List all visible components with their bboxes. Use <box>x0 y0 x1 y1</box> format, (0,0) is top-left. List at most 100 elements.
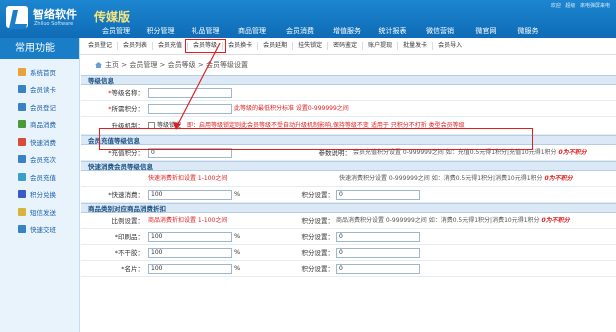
quick-points-input[interactable]: 0 <box>336 190 420 200</box>
no-dry-unit: % <box>234 248 241 256</box>
nav-tab-wechat-marketing[interactable]: 微信营销 <box>415 25 465 38</box>
required-points-label-text: 所需积分： <box>111 105 145 113</box>
upgrade-mechanism-label: 升级机制： <box>111 122 145 130</box>
no-dry-input[interactable]: 100 <box>148 248 232 258</box>
sidebar-item-label: 短信发送 <box>30 208 56 217</box>
level-name-input[interactable] <box>148 88 232 98</box>
ratio-label: 比例设置： <box>111 217 145 225</box>
print-product-input[interactable]: 100 <box>148 232 232 242</box>
ratio-points-emph: 0为不积分 <box>541 217 570 224</box>
no-dry-points-label: 积分设置： <box>301 249 335 257</box>
sidebar-item-label: 会员读卡 <box>30 86 56 95</box>
sidebar-item-points-exchange[interactable]: 积分兑换 <box>0 186 79 204</box>
level-lock-checkbox[interactable] <box>148 122 155 129</box>
points-exchange-icon <box>18 190 26 199</box>
sidebar-item-recharge-times[interactable]: 会员充次 <box>0 151 79 169</box>
no-dry-label: *不干胶： <box>114 249 144 257</box>
sub-nav-password-verify[interactable]: 密码鉴定 <box>328 42 364 50</box>
sidebar: 常用功能 系统首页 会员读卡 会员登记 商品消费 快速消费 会员充次 会员充值 … <box>0 38 80 332</box>
sub-nav-member-register[interactable]: 会员登记 <box>83 42 119 50</box>
sidebar-item-recharge[interactable]: 会员充值 <box>0 168 79 186</box>
section-quick-consume: 快速消费会员等级信息 <box>81 161 616 171</box>
level-name-label: *等级名称： <box>108 89 144 97</box>
section-member-recharge: 会员充值等级信息 <box>81 135 616 145</box>
nav-tab-reports[interactable]: 统计报表 <box>370 25 415 38</box>
welcome-text: 欢迎 <box>550 3 561 9</box>
sub-nav-card-replace[interactable]: 会员换卡 <box>223 42 259 50</box>
sidebar-item-quick-consume[interactable]: 快速消费 <box>0 133 79 151</box>
handover-icon <box>18 225 26 234</box>
ratio-hint: 商品消费折扣设置 1-100之间 <box>148 217 228 224</box>
business-card-label: *名片： <box>121 265 144 273</box>
business-card-points-label: 积分设置： <box>301 265 335 273</box>
required-points-hint: 此等级的最低积分标准 设置0-999999之间 <box>234 105 349 112</box>
sidebar-item-handover[interactable]: 快速交班 <box>0 221 79 239</box>
sidebar-item-product-consume[interactable]: 商品消费 <box>0 116 79 134</box>
quick-points-hint: 快速消费积分设置 0-999999之间 如：消费0.5元得1积分|消费10元得1… <box>339 171 573 187</box>
logo-icon <box>6 6 28 28</box>
nav-tab-value-added[interactable]: 增值服务 <box>324 25 370 38</box>
sidebar-item-label: 会员充值 <box>30 173 56 182</box>
business-card-input[interactable]: 100 <box>148 264 232 274</box>
form-row-recharge-points: *充值积分： 0 参数说明： 会员充值积分设置 0-999999之间 如：充值0… <box>81 145 616 161</box>
print-product-points-input[interactable]: 0 <box>336 232 420 242</box>
sub-nav-member-import[interactable]: 会员导入 <box>433 42 467 50</box>
nav-tab-gifts[interactable]: 礼品管理 <box>183 25 228 38</box>
sub-nav-member-recharge[interactable]: 会员充值 <box>153 42 189 50</box>
ratio-points-hint-text: 商品消费积分设置 0-999999之间 如：消费0.5元得1积分|消费10元得1… <box>336 217 540 224</box>
sidebar-item-label: 会员充次 <box>30 156 56 165</box>
param-desc-text: 会员充值积分设置 0-999999之间 如：充值0.5元得1积分|充值10元得1… <box>353 145 587 161</box>
no-dry-points-input[interactable]: 0 <box>336 248 420 258</box>
nav-tab-member-manage[interactable]: 会员管理 <box>94 25 138 38</box>
param-desc-main: 会员充值积分设置 0-999999之间 如：充值0.5元得1积分|充值10元得1… <box>353 149 557 156</box>
required-points-label: *所需积分： <box>108 105 145 113</box>
recharge-icon <box>18 172 26 181</box>
version-label: 传媒版 <box>94 10 131 24</box>
quick-consume-unit: % <box>234 190 241 198</box>
quick-points-hint-text: 快速消费积分设置 0-999999之间 如：消费0.5元得1积分|消费10元得1… <box>339 175 543 182</box>
nav-tab-consumption[interactable]: 会员消费 <box>276 25 324 38</box>
business-card-points-input[interactable]: 0 <box>336 264 420 274</box>
caller-popup-link[interactable]: 來电弹屏来电 <box>580 3 610 9</box>
required-points-input[interactable] <box>148 104 232 114</box>
cart-icon <box>18 120 26 129</box>
sub-nav-batch-issue[interactable]: 批量发卡 <box>398 42 434 50</box>
sms-icon <box>18 207 26 216</box>
form-row-quick-consume: *快速消费： 100 % 积分设置： 0 <box>81 187 616 203</box>
quick-points-emph: 0为不积分 <box>544 175 573 182</box>
sub-nav-withdraw[interactable]: 账户提现 <box>363 42 399 50</box>
sub-nav-member-level[interactable]: 会员等级 <box>185 39 227 53</box>
logo: 智络软件 Zhiluo Software <box>6 5 86 33</box>
recharge-points-input[interactable]: 0 <box>148 148 232 158</box>
sidebar-item-home[interactable]: 系统首页 <box>0 63 79 81</box>
recharge-points-label: *充值积分： <box>108 149 144 157</box>
main-content: 主页 > 会员管理 > 会员等级 > 会员等级设置 等级信息 *等级名称： *所… <box>81 56 616 332</box>
main-nav: 会员管理 积分管理 礼品管理 商品管理 会员消费 增值服务 统计报表 微信营销 … <box>94 25 549 38</box>
print-product-unit: % <box>234 232 241 240</box>
nav-tab-products[interactable]: 商品管理 <box>228 25 276 38</box>
user-link[interactable]: 超级 <box>565 3 575 9</box>
quick-consume-label: *快速消费： <box>108 191 144 199</box>
app-header: 智络软件 Zhiluo Software 传媒版 欢迎 超级 來电弹屏来电 会员… <box>0 0 616 38</box>
sidebar-item-label: 会员登记 <box>30 103 56 112</box>
home-icon <box>18 67 26 76</box>
sidebar-item-register[interactable]: 会员登记 <box>0 98 79 116</box>
breadcrumb-text: 主页 > 会员管理 > 会员等级 > 会员等级设置 <box>105 61 248 69</box>
home-icon <box>95 62 102 68</box>
nav-tab-micro-site[interactable]: 微官网 <box>465 25 507 38</box>
form-row-upgrade-mechanism: 升级机制： 等级锁定 即：启用等级锁定则此会员等级不受自动升级机制影响,保持等级… <box>81 117 616 135</box>
param-desc-label: 参数说明： <box>318 149 352 157</box>
sidebar-item-sms[interactable]: 短信发送 <box>0 203 79 221</box>
sub-nav-member-list[interactable]: 会员列表 <box>118 42 154 50</box>
breadcrumb: 主页 > 会员管理 > 会员等级 > 会员等级设置 <box>81 56 616 75</box>
sidebar-item-read-card[interactable]: 会员读卡 <box>0 81 79 99</box>
sub-nav-member-extend[interactable]: 会员延期 <box>258 42 294 50</box>
sub-nav-loss-lock[interactable]: 挂失锁定 <box>293 42 329 50</box>
form-row-required-points: *所需积分： 此等级的最低积分标准 设置0-999999之间 <box>81 101 616 117</box>
nav-tab-points[interactable]: 积分管理 <box>138 25 183 38</box>
nav-tab-micro-service[interactable]: 微服务 <box>507 25 549 38</box>
sidebar-item-label: 积分兑换 <box>30 191 56 200</box>
ratio-points-hint: 商品消费积分设置 0-999999之间 如：消费0.5元得1积分|消费10元得1… <box>336 213 570 229</box>
form-row-ratio: 比例设置： 商品消费折扣设置 1-100之间 积分设置： 商品消费积分设置 0-… <box>81 213 616 229</box>
quick-consume-input[interactable]: 100 <box>148 190 232 200</box>
